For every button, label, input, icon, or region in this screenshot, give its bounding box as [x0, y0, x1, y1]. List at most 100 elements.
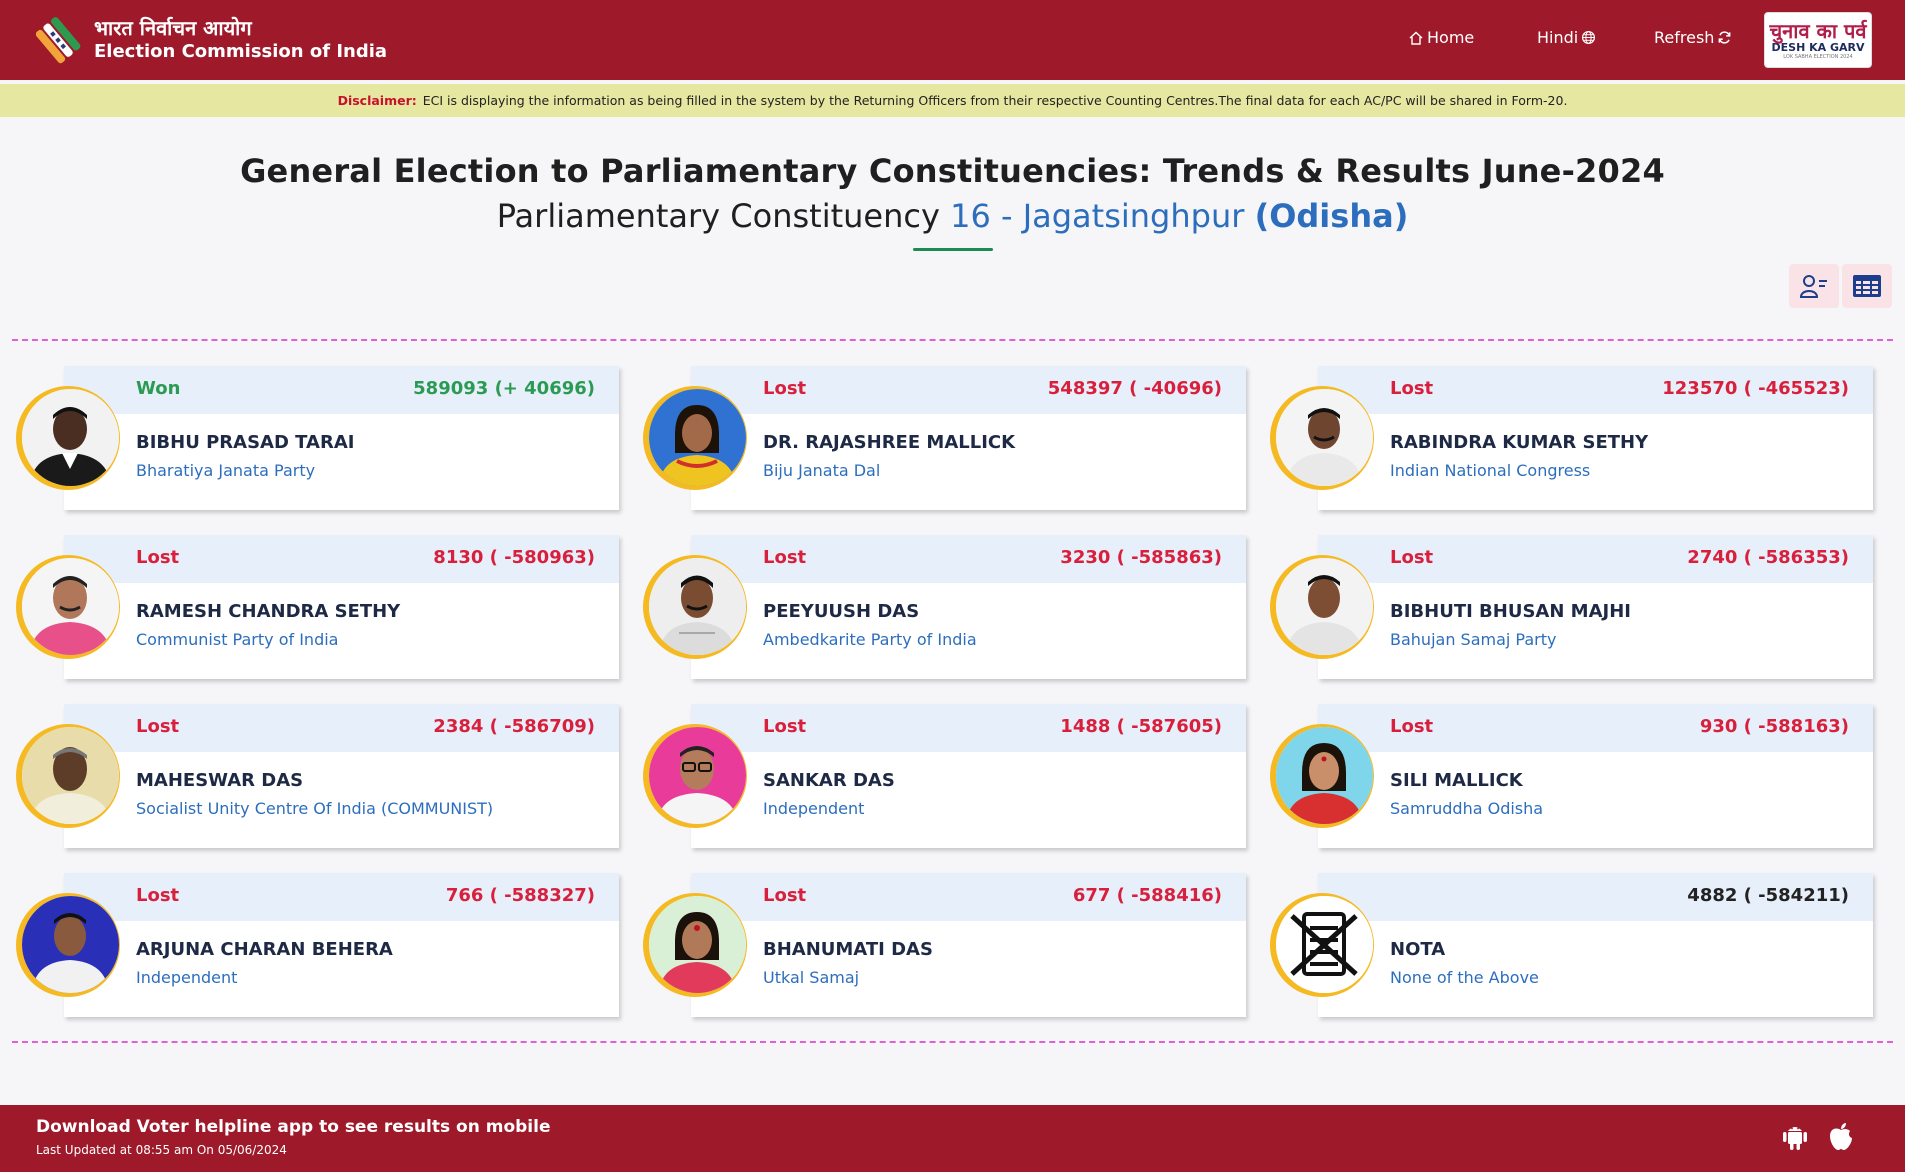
footer-app-promo: Download Voter helpline app to see resul…: [36, 1117, 551, 1137]
apple-icon[interactable]: [1827, 1121, 1855, 1151]
page-title: General Election to Parliamentary Consti…: [240, 152, 1665, 190]
user-list-icon: [1799, 275, 1827, 298]
eci-logo[interactable]: भारत निर्वाचन आयोग Election Commission o…: [35, 12, 388, 66]
vote-count: 2384 ( -586709): [433, 716, 595, 737]
party-name: Indian National Congress: [1390, 461, 1591, 480]
candidate-name: MAHESWAR DAS: [136, 770, 304, 791]
candidate-card[interactable]: Lost 3230 ( -585863) PEEYUUSH DAS Ambedk…: [643, 535, 1246, 679]
result-status: Lost: [1390, 547, 1434, 568]
nota-card[interactable]: 4882 ( -584211) NOTA None of the Above: [1270, 873, 1873, 1017]
candidate-portrait-icon: [1276, 727, 1373, 824]
candidate-card[interactable]: Lost 1488 ( -587605) SANKAR DAS Independ…: [643, 704, 1246, 848]
candidate-photo: [16, 555, 120, 659]
nav-home[interactable]: Home: [1405, 28, 1474, 47]
disclaimer-label: Disclaimer:: [337, 93, 417, 108]
badge-english-text: DESH KA GARV: [1771, 40, 1865, 54]
candidate-photo: [16, 386, 120, 490]
party-name: Communist Party of India: [136, 630, 339, 649]
section-divider-bottom: [12, 1041, 1893, 1043]
android-icon[interactable]: [1781, 1121, 1809, 1151]
candidate-portrait-icon: [22, 727, 119, 824]
home-icon: [1409, 31, 1423, 45]
candidate-portrait-icon: [22, 389, 119, 486]
nav-refresh-label: Refresh: [1654, 28, 1715, 47]
nav-refresh[interactable]: Refresh: [1654, 28, 1735, 47]
candidate-name: SILI MALLICK: [1390, 770, 1523, 791]
chunav-ka-parv-logo[interactable]: चुनाव का पर्व DESH KA GARV LOK SABHA ELE…: [1764, 12, 1872, 68]
candidate-portrait-icon: [22, 896, 119, 993]
site-footer: Download Voter helpline app to see resul…: [0, 1105, 1905, 1172]
ballot-logo-icon: [35, 12, 86, 66]
candidate-photo: [643, 555, 747, 659]
vote-count: 3230 ( -585863): [1060, 547, 1222, 568]
candidate-name: NOTA: [1390, 939, 1446, 960]
nav-hindi[interactable]: Hindi: [1537, 28, 1599, 47]
badge-hindi-text: चुनाव का पर्व: [1769, 18, 1867, 43]
candidate-portrait-icon: [649, 727, 746, 824]
last-updated: Last Updated at 08:55 am On 05/06/2024: [36, 1143, 287, 1157]
party-name: Ambedkarite Party of India: [763, 630, 977, 649]
refresh-icon: [1719, 31, 1731, 44]
vote-count: 2740 ( -586353): [1687, 547, 1849, 568]
result-status: Lost: [136, 547, 180, 568]
vote-count: 4882 ( -584211): [1687, 885, 1849, 906]
badge-sub-text: LOK SABHA ELECTION 2024: [1783, 53, 1853, 60]
candidate-view-button[interactable]: [1789, 264, 1839, 308]
vote-count: 930 ( -588163): [1699, 716, 1849, 737]
result-status: Lost: [763, 716, 807, 737]
candidate-photo: [643, 386, 747, 490]
result-status: Lost: [763, 378, 807, 399]
nav-home-label: Home: [1427, 28, 1475, 47]
candidate-card[interactable]: Lost 2384 ( -586709) MAHESWAR DAS Social…: [16, 704, 619, 848]
candidate-card[interactable]: Lost 8130 ( -580963) RAMESH CHANDRA SETH…: [16, 535, 619, 679]
candidate-name: DR. RAJASHREE MALLICK: [763, 432, 1016, 453]
nota-symbol: [1270, 893, 1374, 997]
party-name: Samruddha Odisha: [1390, 799, 1544, 818]
title-underline: [913, 248, 993, 251]
candidate-name: ARJUNA CHARAN BEHERA: [136, 939, 393, 960]
result-status: Lost: [1390, 716, 1434, 737]
vote-count: 1488 ( -587605): [1060, 716, 1222, 737]
candidate-photo: [643, 893, 747, 997]
table-view-button[interactable]: [1842, 264, 1892, 308]
vote-count: 589093 (+ 40696): [413, 378, 595, 399]
candidate-portrait-icon: [1276, 558, 1373, 655]
candidate-photo: [1270, 724, 1374, 828]
site-header: भारत निर्वाचन आयोग Election Commission o…: [0, 0, 1905, 80]
constituency-prefix: Parliamentary Constituency: [496, 197, 940, 235]
candidate-name: SANKAR DAS: [763, 770, 895, 791]
result-status: Lost: [136, 885, 180, 906]
state-name: (Odisha): [1254, 197, 1409, 235]
candidate-card[interactable]: Lost 548397 ( -40696) DR. RAJASHREE MALL…: [643, 366, 1246, 510]
vote-count: 677 ( -588416): [1072, 885, 1222, 906]
party-name: Utkal Samaj: [763, 968, 860, 987]
vote-count: 123570 ( -465523): [1662, 378, 1849, 399]
party-name: Biju Janata Dal: [763, 461, 881, 480]
candidate-card[interactable]: Won 589093 (+ 40696) BIBHU PRASAD TARAI …: [16, 366, 619, 510]
candidate-card[interactable]: Lost 123570 ( -465523) RABINDRA KUMAR SE…: [1270, 366, 1873, 510]
candidate-photo: [16, 893, 120, 997]
vote-count: 766 ( -588327): [445, 885, 595, 906]
vote-count: 548397 ( -40696): [1047, 378, 1222, 399]
globe-icon: [1582, 30, 1596, 45]
result-status: Lost: [136, 716, 180, 737]
party-name: Independent: [763, 799, 865, 818]
candidate-photo: [16, 724, 120, 828]
candidate-card[interactable]: Lost 2740 ( -586353) BIBHUTI BHUSAN MAJH…: [1270, 535, 1873, 679]
party-name: Independent: [136, 968, 238, 987]
party-name: None of the Above: [1390, 968, 1539, 987]
result-status: Lost: [1390, 378, 1434, 399]
logo-english-text: Election Commission of India: [94, 41, 388, 62]
disclaimer-text: ECI is displaying the information as bei…: [422, 93, 1568, 108]
candidate-name: BHANUMATI DAS: [763, 939, 933, 960]
logo-hindi-text: भारत निर्वाचन आयोग: [94, 16, 252, 40]
candidate-photo: [1270, 555, 1374, 659]
candidate-card[interactable]: Lost 677 ( -588416) BHANUMATI DAS Utkal …: [643, 873, 1246, 1017]
candidate-card[interactable]: Lost 766 ( -588327) ARJUNA CHARAN BEHERA…: [16, 873, 619, 1017]
constituency-name: 16 - Jagatsinghpur: [950, 197, 1245, 235]
candidate-name: RABINDRA KUMAR SETHY: [1390, 432, 1649, 453]
candidate-name: BIBHU PRASAD TARAI: [136, 432, 355, 453]
candidate-card[interactable]: Lost 930 ( -588163) SILI MALLICK Samrudd…: [1270, 704, 1873, 848]
result-status: Won: [136, 378, 181, 399]
section-divider-top: [12, 339, 1893, 341]
